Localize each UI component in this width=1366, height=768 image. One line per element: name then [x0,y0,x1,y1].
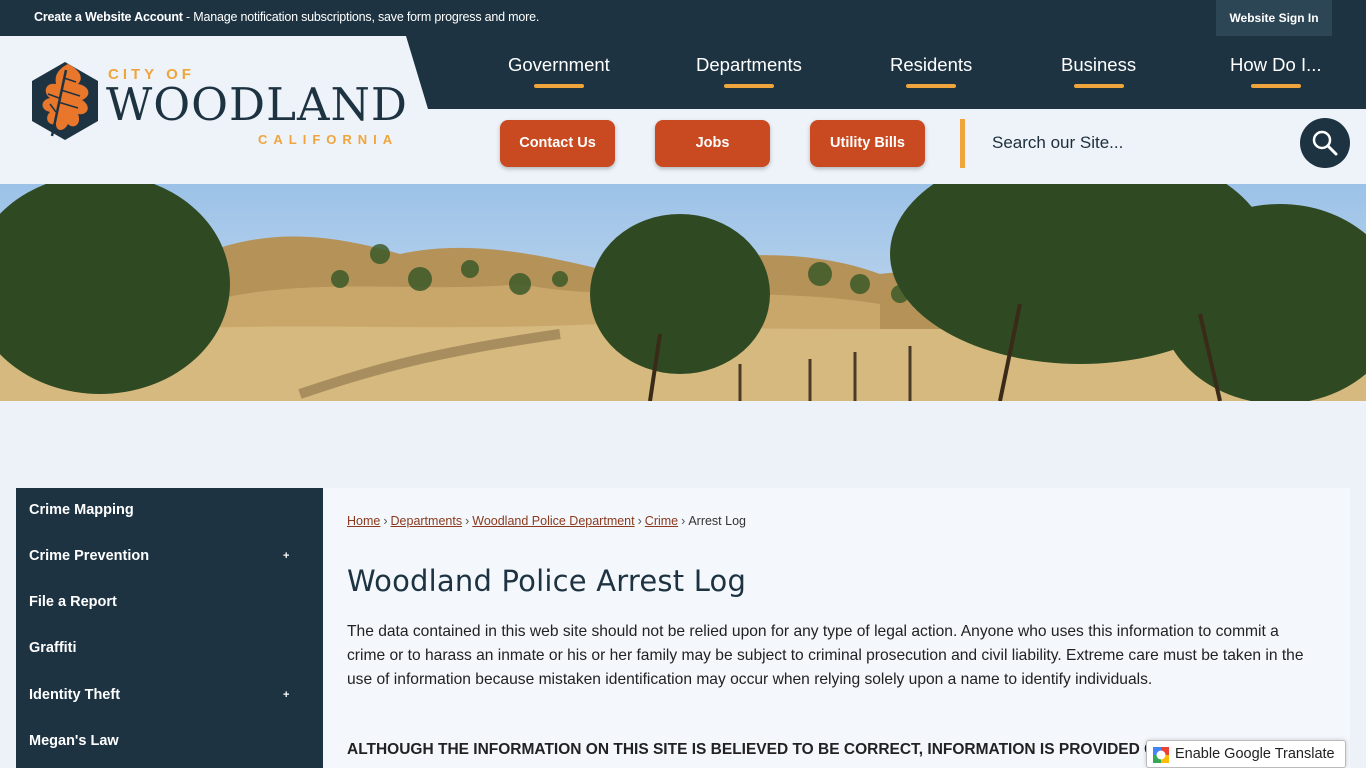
breadcrumb-police-department[interactable]: Woodland Police Department [472,514,634,528]
expand-plus-icon[interactable]: + [283,550,289,562]
google-g-icon [1153,747,1169,763]
nav-underline [723,84,774,88]
nav-underline [1250,84,1301,88]
sidebar-item-identity-theft[interactable]: Identity Theft [29,687,120,703]
search-input[interactable] [980,122,1280,164]
breadcrumb-separator: › [383,514,388,528]
google-translate-button[interactable]: Enable Google Translate [1146,740,1346,768]
breadcrumb-crime[interactable]: Crime [645,514,678,528]
nav-label: How Do I... [1230,54,1322,75]
nav-underline [1073,84,1124,88]
nav-label: Business [1061,54,1137,75]
breadcrumb-departments[interactable]: Departments [391,514,463,528]
breadcrumb-separator: › [681,514,686,528]
oak-leaf-logo-icon [32,62,98,140]
jobs-button[interactable]: Jobs [655,120,770,167]
account-message-text: - Manage notification subscriptions, sav… [182,10,540,24]
search-button[interactable] [1300,118,1350,168]
section-sidebar [16,488,323,768]
nav-label: Government [508,54,610,75]
nav-government[interactable]: Government [508,54,610,88]
create-account-link[interactable]: Create a Website Account [34,10,183,24]
sign-in-button[interactable]: Website Sign In [1216,0,1332,36]
account-message: Create a Website Account - Manage notifi… [34,10,539,24]
sidebar-item-crime-prevention[interactable]: Crime Prevention [29,548,149,564]
nav-underline [533,84,584,88]
breadcrumb-current: Arrest Log [688,514,746,528]
translate-label: Enable Google Translate [1175,746,1335,762]
sidebar-item-crime-mapping[interactable]: Crime Mapping [29,502,134,518]
logo-wordmark: WOODLAND [106,78,408,131]
landscape-photo-icon [0,184,1366,401]
caps-notice: ALTHOUGH THE INFORMATION ON THIS SITE IS… [347,741,1156,758]
search-divider [960,119,965,168]
nav-underline [906,84,957,88]
contact-us-button[interactable]: Contact Us [500,120,615,167]
breadcrumb-separator: › [465,514,470,528]
nav-label: Departments [696,54,802,75]
search-icon [1312,130,1338,156]
utility-bills-button[interactable]: Utility Bills [810,120,925,167]
breadcrumb-separator: › [637,514,642,528]
hero-banner-image [0,184,1366,401]
top-utility-bar: Create a Website Account - Manage notifi… [0,0,1366,36]
nav-label: Residents [890,54,973,75]
nav-business[interactable]: Business [1061,54,1136,88]
disclaimer-paragraph: The data contained in this web site shou… [347,623,1304,688]
page-title: Woodland Police Arrest Log [347,564,747,598]
sidebar-item-file-a-report[interactable]: File a Report [29,594,117,610]
nav-how-do-i[interactable]: How Do I... [1230,54,1322,88]
nav-residents[interactable]: Residents [890,54,972,88]
expand-plus-icon[interactable]: + [283,689,289,701]
breadcrumb-home[interactable]: Home [347,514,380,528]
nav-departments[interactable]: Departments [696,54,802,88]
sidebar-item-graffiti[interactable]: Graffiti [29,640,77,656]
breadcrumb: Home › Departments › Woodland Police Departm… [347,514,746,528]
logo-state: CALIFORNIA [258,132,399,147]
sidebar-item-megans-law[interactable]: Megan's Law [29,733,119,749]
